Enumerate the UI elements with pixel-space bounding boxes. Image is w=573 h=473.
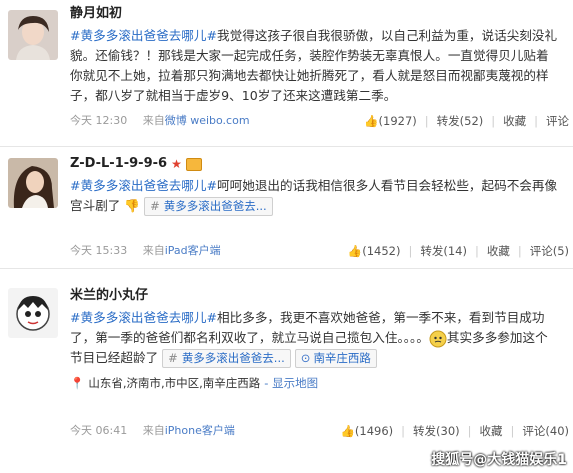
favorite-button[interactable]: 收藏	[487, 242, 510, 260]
location-chip[interactable]: ⊙ 南辛庄西路	[294, 349, 377, 368]
avatar[interactable]	[8, 288, 58, 338]
vip-icon[interactable]	[185, 157, 202, 171]
like-button[interactable]: 👍(1496)	[341, 422, 394, 440]
post-actions: 👍(1927) | 转发(52) | 收藏 | 评论	[364, 112, 569, 130]
emoji-icon	[429, 330, 447, 348]
source-link[interactable]: iPhone客户端	[165, 424, 235, 437]
post-text: #黄多多滚出爸爸去哪儿#相比多多，我更不喜欢她爸爸，第一季不来，看到节目成功了，…	[70, 308, 560, 368]
post: Z-D-L-1-9-9-6 ★ #黄多多滚出爸爸去哪儿#呵呵她退出的话我相信很多…	[0, 148, 573, 270]
topic-chip[interactable]: # 黄多多滚出爸爸去...	[162, 349, 291, 368]
topic-hashtag[interactable]: #黄多多滚出爸爸去哪儿#	[70, 310, 217, 325]
map-pin-icon: 📍	[70, 376, 85, 390]
hash-icon: #	[150, 199, 160, 213]
divider	[0, 146, 573, 147]
favorite-button[interactable]: 收藏	[480, 422, 503, 440]
source-prefix: 来自	[142, 244, 165, 257]
topic-chip[interactable]: # 黄多多滚出爸爸去...	[144, 197, 273, 216]
post-time[interactable]: 今天 12:30	[70, 114, 127, 127]
hash-icon: #	[168, 351, 178, 365]
topic-hashtag[interactable]: #黄多多滚出爸爸去哪儿#	[70, 28, 217, 43]
geo-location: 📍 山东省,济南市,市中区,南辛庄西路 - 显示地图	[70, 374, 560, 392]
post-meta: 今天 15:33 来自iPad客户端	[70, 242, 221, 260]
comment-button[interactable]: 评论(5)	[530, 242, 569, 260]
comment-button[interactable]: 评论(40)	[522, 422, 569, 440]
repost-button[interactable]: 转发(52)	[437, 112, 484, 130]
source-link[interactable]: iPad客户端	[165, 244, 221, 257]
avatar[interactable]	[8, 10, 58, 60]
post-text: #黄多多滚出爸爸去哪儿#呵呵她退出的话我相信很多人看节目会轻松些，起码不会再像宫…	[70, 176, 560, 216]
like-button[interactable]: 👍(1927)	[364, 112, 417, 130]
favorite-button[interactable]: 收藏	[503, 112, 526, 130]
source-prefix: 来自	[142, 424, 165, 437]
location-pin-icon: ⊙	[300, 351, 311, 365]
post: 米兰的小丸仔 #黄多多滚出爸爸去哪儿#相比多多，我更不喜欢她爸爸，第一季不来，看…	[0, 270, 573, 470]
topic-hashtag[interactable]: #黄多多滚出爸爸去哪儿#	[70, 178, 217, 193]
repost-button[interactable]: 转发(30)	[413, 422, 460, 440]
username[interactable]: 米兰的小丸仔	[70, 286, 560, 306]
post-meta: 今天 06:41 来自iPhone客户端	[70, 422, 235, 440]
repost-button[interactable]: 转发(14)	[420, 242, 467, 260]
comment-button[interactable]: 评论	[546, 112, 569, 130]
thumb-up-icon: 👍	[347, 244, 363, 258]
source-link[interactable]: 微博 weibo.com	[165, 114, 250, 127]
geo-address: 山东省,济南市,市中区,南辛庄西路	[88, 376, 261, 390]
avatar[interactable]	[8, 158, 58, 208]
watermark: 搜狐号@大钱猫娱乐1	[431, 452, 567, 468]
thumb-up-icon: 👍	[340, 424, 355, 438]
post-time[interactable]: 今天 06:41	[70, 424, 127, 437]
post-actions: 👍(1496) | 转发(30) | 收藏 | 评论(40)	[340, 422, 569, 440]
username[interactable]: Z-D-L-1-9-9-6 ★	[70, 154, 560, 174]
show-map-link[interactable]: - 显示地图	[264, 374, 318, 392]
star-icon: ★	[171, 157, 182, 171]
post-text: #黄多多滚出爸爸去哪儿#我觉得这孩子很自我很骄傲，以自己利益为重，说话尖刻没礼貌…	[70, 26, 560, 106]
weibo-feed: 静月如初 #黄多多滚出爸爸去哪儿#我觉得这孩子很自我很骄傲，以自己利益为重，说话…	[0, 0, 573, 473]
username[interactable]: 静月如初	[70, 4, 560, 24]
post-time[interactable]: 今天 15:33	[70, 244, 127, 257]
divider	[0, 268, 573, 269]
thumb-up-icon: 👍	[364, 114, 379, 128]
source-prefix: 来自	[142, 114, 165, 127]
post-actions: 👍(1452) | 转发(14) | 收藏 | 评论(5)	[347, 242, 569, 260]
post: 静月如初 #黄多多滚出爸爸去哪儿#我觉得这孩子很自我很骄傲，以自己利益为重，说话…	[0, 0, 573, 148]
post-meta: 今天 12:30 来自微博 weibo.com	[70, 112, 250, 130]
like-button[interactable]: 👍(1452)	[348, 242, 401, 260]
thumb-down-icon: 👎	[124, 198, 141, 213]
